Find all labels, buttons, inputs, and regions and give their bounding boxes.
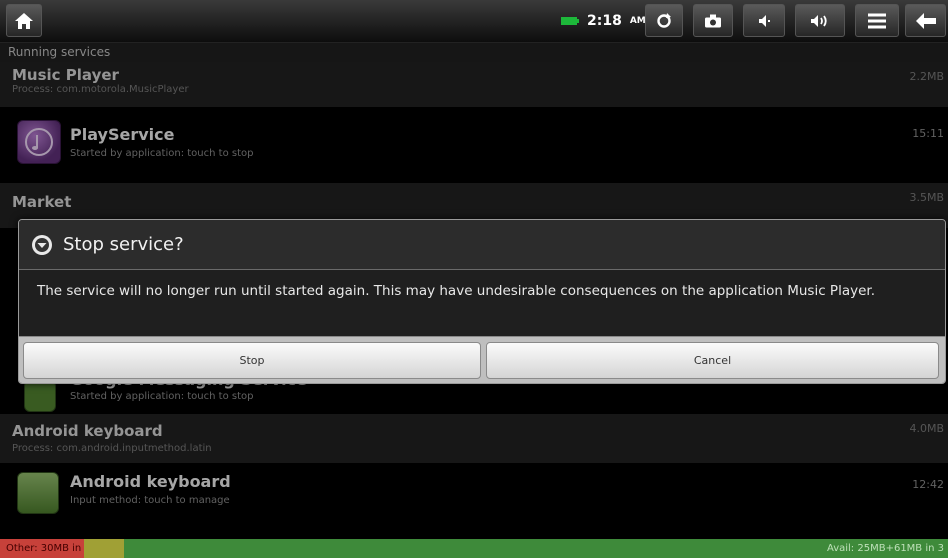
stop-service-dialog: Stop service? The service will no longer… bbox=[18, 219, 946, 384]
refresh-button[interactable] bbox=[645, 4, 683, 37]
menu-button[interactable] bbox=[855, 4, 899, 37]
clock: 2:18 AM bbox=[561, 0, 646, 42]
cancel-button[interactable]: Cancel bbox=[486, 342, 939, 379]
volume-down-button[interactable] bbox=[743, 4, 785, 37]
dialog-title: Stop service? bbox=[63, 234, 184, 255]
dialog-message: The service will no longer run until sta… bbox=[19, 270, 945, 336]
screenshot-button[interactable] bbox=[693, 4, 733, 37]
home-icon bbox=[15, 12, 33, 29]
dialog-title-bar: Stop service? bbox=[19, 220, 945, 270]
clock-time: 2:18 bbox=[587, 13, 622, 29]
memory-available-label: Avail: 25MB+61MB in 3 bbox=[124, 539, 948, 558]
volume-down-icon bbox=[759, 14, 770, 27]
memory-usage-bar: Other: 30MB in 3 Avail: 25MB+61MB in 3 bbox=[0, 539, 948, 558]
back-icon bbox=[915, 12, 936, 29]
status-bar: 2:18 AM bbox=[0, 0, 948, 43]
memory-other-label: Other: 30MB in 3 bbox=[0, 539, 84, 558]
camera-icon bbox=[705, 14, 721, 27]
memory-cached-segment bbox=[84, 539, 124, 558]
volume-up-button[interactable] bbox=[795, 4, 845, 37]
refresh-icon bbox=[657, 12, 671, 28]
volume-up-icon bbox=[811, 14, 827, 27]
alert-icon bbox=[32, 234, 52, 255]
clock-ampm: AM bbox=[629, 16, 646, 26]
home-button[interactable] bbox=[6, 4, 42, 37]
back-button[interactable] bbox=[905, 4, 946, 37]
menu-icon bbox=[868, 13, 886, 28]
dialog-button-bar: Stop Cancel bbox=[19, 336, 945, 383]
stop-button[interactable]: Stop bbox=[23, 342, 481, 379]
battery-icon bbox=[561, 17, 579, 25]
